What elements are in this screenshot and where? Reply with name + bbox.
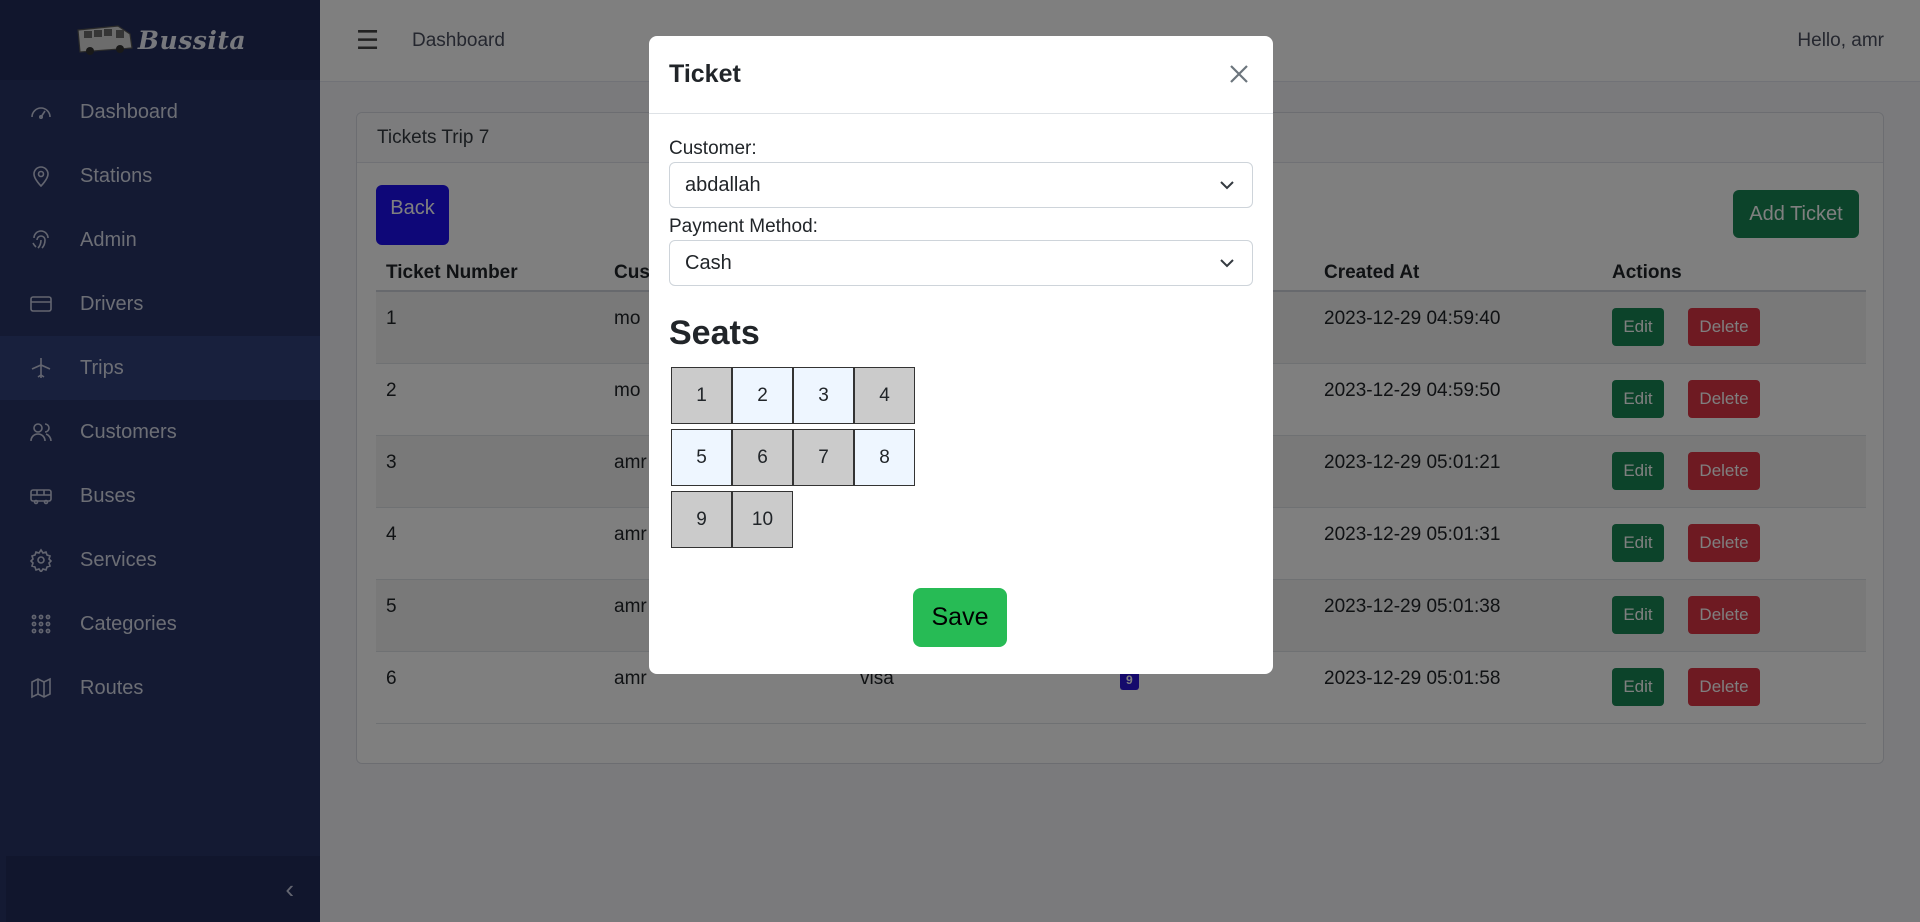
- modal-title: Ticket: [669, 60, 741, 88]
- payment-method-select[interactable]: Cash: [669, 240, 1253, 286]
- payment-method-label: Payment Method:: [669, 216, 818, 237]
- customer-select[interactable]: abdallah: [669, 162, 1253, 208]
- seat[interactable]: 7: [793, 429, 854, 486]
- seat[interactable]: 2: [732, 367, 793, 424]
- chevron-down-icon: [1218, 176, 1236, 194]
- customer-label: Customer:: [669, 138, 757, 159]
- seat[interactable]: 1: [671, 367, 732, 424]
- ticket-modal: Ticket Customer: abdallah Payment Method…: [649, 36, 1273, 674]
- payment-method-select-value: Cash: [685, 251, 732, 274]
- close-icon[interactable]: [1223, 58, 1255, 90]
- customer-select-value: abdallah: [685, 173, 761, 196]
- save-button[interactable]: Save: [913, 588, 1007, 647]
- seat[interactable]: 3: [793, 367, 854, 424]
- seat[interactable]: 4: [854, 367, 915, 424]
- modal-header: Ticket: [649, 36, 1273, 114]
- seat[interactable]: 10: [732, 491, 793, 548]
- seat[interactable]: 8: [854, 429, 915, 486]
- seat[interactable]: 9: [671, 491, 732, 548]
- seat[interactable]: 5: [671, 429, 732, 486]
- chevron-down-icon: [1218, 254, 1236, 272]
- seat[interactable]: 6: [732, 429, 793, 486]
- seats-heading: Seats: [669, 314, 760, 352]
- modal-body: Customer: abdallah Payment Method: Cash …: [649, 138, 1273, 356]
